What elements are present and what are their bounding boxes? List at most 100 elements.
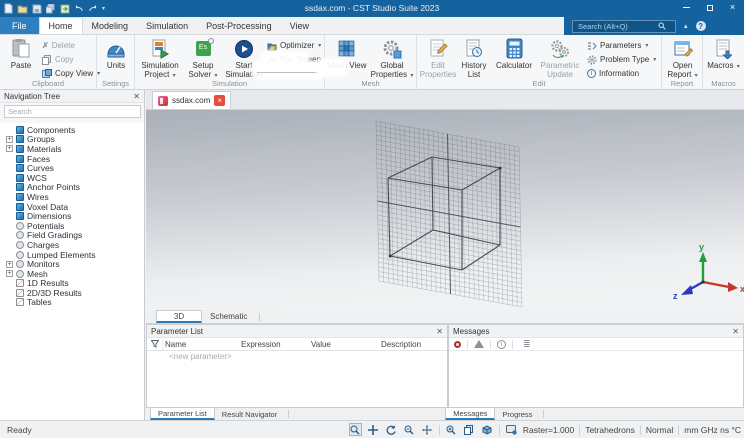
quick-access-more-icon[interactable]: ▾ [102, 5, 105, 12]
edit-properties-button[interactable]: Edit Properties [419, 37, 457, 79]
tab-result-navigator[interactable]: Result Navigator [215, 408, 284, 420]
status-mesh-type[interactable]: Tetrahedrons [585, 425, 635, 435]
tree-item-label: 1D Results [27, 278, 69, 289]
tree-item-charges[interactable]: Charges [0, 240, 144, 250]
simulation-project-button[interactable]: Simulation Project ▾ [137, 37, 183, 80]
tree-expander-icon[interactable]: + [6, 270, 13, 278]
save-icon[interactable] [32, 4, 42, 14]
tab-home[interactable]: Home [38, 17, 83, 34]
status-units[interactable]: mm GHz ns °C [684, 425, 741, 435]
tree-item-components[interactable]: Components [0, 125, 144, 135]
tree-expander-icon[interactable]: + [6, 145, 13, 153]
tree-item-monitors[interactable]: + Monitors [0, 259, 144, 269]
tree-item-curves[interactable]: Curves [0, 163, 144, 173]
tree-expander-icon[interactable]: + [6, 135, 13, 143]
rotate-tool-icon[interactable] [385, 423, 398, 436]
close-icon[interactable]: × [214, 95, 226, 106]
tree-search-input[interactable] [4, 105, 141, 118]
help-icon[interactable]: ? [695, 21, 706, 31]
global-properties-button[interactable]: Global Properties ▾ [369, 37, 415, 80]
filter-icon[interactable] [147, 338, 163, 350]
move-tool-icon[interactable] [367, 423, 380, 436]
tree-item-faces[interactable]: Faces [0, 154, 144, 164]
select-tool-icon[interactable] [348, 423, 362, 436]
tree-item-groups[interactable]: + Groups [0, 134, 144, 144]
close-button[interactable]: × [721, 0, 744, 15]
search-input[interactable] [576, 20, 658, 32]
tree-item-wcs[interactable]: WCS [0, 173, 144, 183]
maximize-button[interactable] [698, 0, 721, 15]
tree-item-voxel-data[interactable]: Voxel Data [0, 202, 144, 212]
group-label-mesh: Mesh [361, 79, 380, 88]
tree-item-wires[interactable]: Wires [0, 192, 144, 202]
parametric-update-button[interactable]: Parametric Update [537, 37, 583, 79]
zoom-in-tool-icon[interactable] [445, 423, 458, 436]
tree-item-potentials[interactable]: Potentials [0, 221, 144, 231]
collapse-ribbon-icon[interactable]: ▴ [684, 22, 688, 30]
raster-settings-icon[interactable] [505, 423, 518, 436]
column-description[interactable]: Description [379, 340, 421, 349]
open-report-button[interactable]: Open Report ▾ [662, 37, 703, 80]
close-icon[interactable]: ✕ [133, 92, 140, 101]
tree-item-mesh[interactable]: + Mesh [0, 269, 144, 279]
delete-button[interactable]: ✗ Delete [42, 39, 75, 52]
warnings-filter-icon[interactable] [474, 340, 484, 348]
minimize-button[interactable] [675, 0, 698, 15]
history-list-button[interactable]: History List [457, 37, 491, 79]
search-icon [658, 22, 666, 30]
new-file-icon[interactable] [4, 3, 13, 14]
tree-item-lumped-elements[interactable]: Lumped Elements [0, 250, 144, 260]
tab-file[interactable]: File [0, 17, 39, 34]
pick-point [389, 255, 392, 258]
undo-icon[interactable] [74, 4, 84, 13]
column-value[interactable]: Value [309, 340, 379, 349]
new-parameter-row[interactable]: <new parameter> [147, 351, 447, 362]
tree-item-materials[interactable]: + Materials [0, 144, 144, 154]
tab-post-processing[interactable]: Post-Processing [197, 17, 281, 34]
optimizer-button[interactable]: Optimizer ▾ [267, 39, 321, 52]
macros-button[interactable]: Macros ▾ [703, 37, 744, 71]
redo-icon[interactable] [88, 4, 98, 13]
tree-item-dimensions[interactable]: Dimensions [0, 211, 144, 221]
close-icon[interactable]: ✕ [732, 327, 739, 336]
tree-item-2d-3d-results[interactable]: 2D/3D Results [0, 288, 144, 298]
tree-item-anchor-points[interactable]: Anchor Points [0, 182, 144, 192]
tab-messages[interactable]: Messages [445, 408, 496, 420]
open-file-icon[interactable] [17, 4, 28, 14]
zoom-tool-icon[interactable] [403, 423, 416, 436]
tab-schematic[interactable]: Schematic [202, 310, 255, 323]
tree-item-field-gradings[interactable]: Field Gradings [0, 230, 144, 240]
tab-progress[interactable]: Progress [495, 408, 539, 420]
setup-solver-button[interactable]: Es Setup Solver ▾ [183, 37, 223, 80]
save-all-icon[interactable] [46, 3, 56, 14]
viewport-3d[interactable]: y x z [146, 110, 744, 310]
close-icon[interactable]: ✕ [436, 327, 443, 336]
pan-tool-icon[interactable] [421, 423, 434, 436]
divider [512, 339, 513, 349]
document-tab[interactable]: ssdax.com × [152, 91, 232, 109]
problem-type-button[interactable]: Problem Type ▾ [587, 53, 656, 66]
tab-3d[interactable]: 3D [156, 310, 202, 323]
calculator-button[interactable]: Calculator [491, 37, 537, 70]
info-filter-icon[interactable]: i [497, 339, 506, 349]
units-button[interactable]: Units [97, 37, 135, 70]
tab-parameter-list[interactable]: Parameter List [150, 408, 215, 420]
status-mode[interactable]: Normal [646, 425, 673, 435]
copy-button[interactable]: Copy [42, 53, 74, 66]
tab-modeling[interactable]: Modeling [83, 17, 138, 34]
tree-item-tables[interactable]: Tables [0, 297, 144, 307]
tab-view[interactable]: View [281, 17, 318, 34]
message-options-icon[interactable]: ≣ [523, 339, 531, 349]
errors-filter-icon[interactable] [454, 340, 461, 348]
tree-expander-icon[interactable]: + [6, 260, 13, 268]
parameters-button[interactable]: Parameters ▾ [587, 39, 648, 52]
fit-view-icon[interactable] [463, 423, 476, 436]
import-icon[interactable] [60, 4, 70, 14]
tab-simulation[interactable]: Simulation [137, 17, 197, 34]
bounding-box-icon[interactable] [481, 423, 494, 436]
column-expression[interactable]: Expression [239, 340, 309, 349]
column-name[interactable]: Name [163, 340, 239, 349]
tree-item-1d-results[interactable]: 1D Results [0, 278, 144, 289]
paste-button[interactable]: Paste [2, 37, 40, 70]
search-box[interactable] [572, 19, 676, 33]
